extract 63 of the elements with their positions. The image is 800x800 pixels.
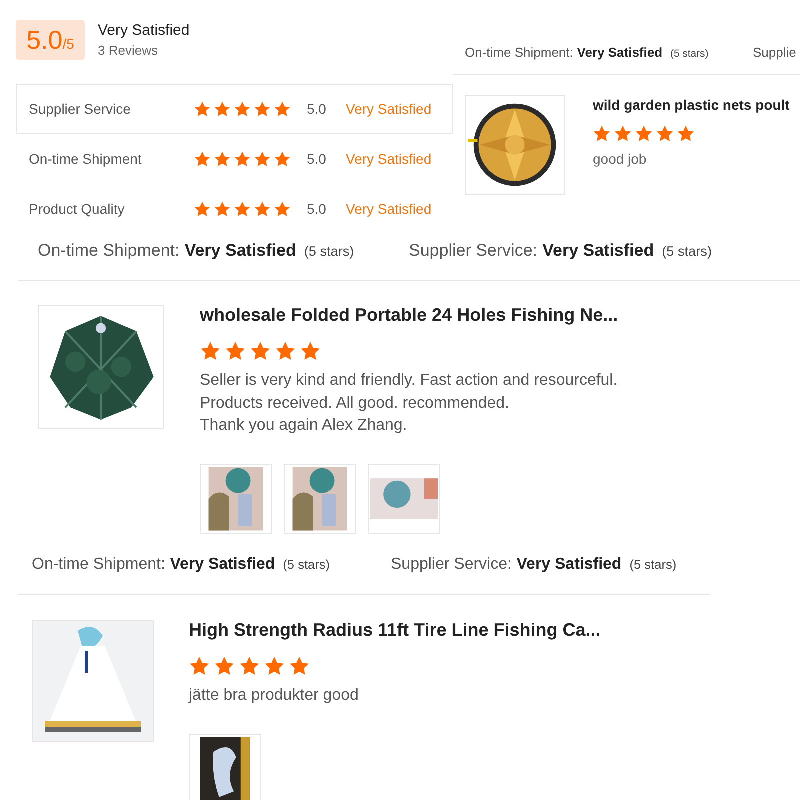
star-icon [254, 150, 271, 168]
photo-thumbnail[interactable] [368, 464, 440, 534]
rating-summary: Supplier Service: Very Satisfied (5 stars) [391, 556, 678, 574]
star-icon [614, 125, 632, 143]
star-icon [289, 656, 310, 677]
star-icon [214, 200, 231, 218]
star-icon [234, 100, 251, 118]
star-icon [225, 341, 246, 362]
review-text: Products received. All good. recommended. [200, 394, 510, 414]
photo-thumbnail[interactable] [200, 464, 272, 534]
rating-summary: On-time Shipment: Very Satisfied (5 stars) [465, 45, 710, 60]
star-icon [264, 656, 285, 677]
star-icon [274, 100, 291, 118]
star-icon [300, 341, 321, 362]
star-icon [656, 125, 674, 143]
star-icon [234, 200, 251, 218]
product-title[interactable]: High Strength Radius 11ft Tire Line Fishing Ca... [189, 620, 601, 641]
star-icon [200, 341, 221, 362]
star-icon [189, 656, 210, 677]
rating-label: Very Satisfied [346, 201, 433, 217]
rating-name: Product Quality [29, 201, 126, 217]
satisfaction-label: Very Satisfied [98, 22, 190, 39]
review-text: jätte bra produkter good [189, 686, 360, 706]
star-icon [275, 341, 296, 362]
rating-label: Very Satisfied [346, 151, 433, 167]
rating-row[interactable]: On-time Shipment 5.0 Very Satisfied [16, 134, 453, 184]
star-icon [635, 125, 653, 143]
review-text: good job [593, 151, 648, 167]
rating-score: 5.0 [307, 201, 328, 217]
star-icon [214, 656, 235, 677]
star-icon [194, 150, 211, 168]
star-icon [274, 200, 291, 218]
star-icon [239, 656, 260, 677]
review-count: 3 Reviews [98, 43, 159, 58]
rating-summary: On-time Shipment: Very Satisfied (5 stars) [38, 241, 356, 261]
review-text: Thank you again Alex Zhang. [200, 416, 408, 436]
star-icon [234, 150, 251, 168]
star-icon [214, 100, 231, 118]
photo-thumbnail[interactable] [284, 464, 356, 534]
rating-score: 5.0 [307, 151, 328, 167]
rating-name: Supplier Service [29, 101, 132, 117]
rating-row[interactable]: Supplier Service 5.0 Very Satisfied [16, 84, 453, 134]
star-icon [254, 100, 271, 118]
star-icon [194, 100, 211, 118]
rating-label: Very Satisfied [346, 101, 433, 117]
rating-score: 5.0 [307, 101, 328, 117]
star-icon [274, 150, 291, 168]
rating-summary: Supplier Service: Very Satisfied (5 stars) [409, 241, 713, 261]
product-title[interactable]: wholesale Folded Portable 24 Holes Fishing Ne... [200, 305, 618, 326]
score-badge: 5.0/5 [16, 20, 85, 60]
review-text: Seller is very kind and friendly. Fast action and resourceful. [200, 371, 618, 391]
star-icon [677, 125, 695, 143]
photo-thumbnail[interactable] [189, 734, 261, 800]
rating-name: On-time Shipment [29, 151, 143, 167]
star-icon [214, 150, 231, 168]
star-icon [194, 200, 211, 218]
star-icon [250, 341, 271, 362]
star-icon [254, 200, 271, 218]
star-icon [593, 125, 611, 143]
rating-row[interactable]: Product Quality 5.0 Very Satisfied [16, 184, 453, 234]
rating-summary: On-time Shipment: Very Satisfied (5 stars) [32, 556, 332, 574]
rating-summary: Supplie [753, 45, 798, 60]
product-title[interactable]: wild garden plastic nets poult [593, 97, 790, 113]
